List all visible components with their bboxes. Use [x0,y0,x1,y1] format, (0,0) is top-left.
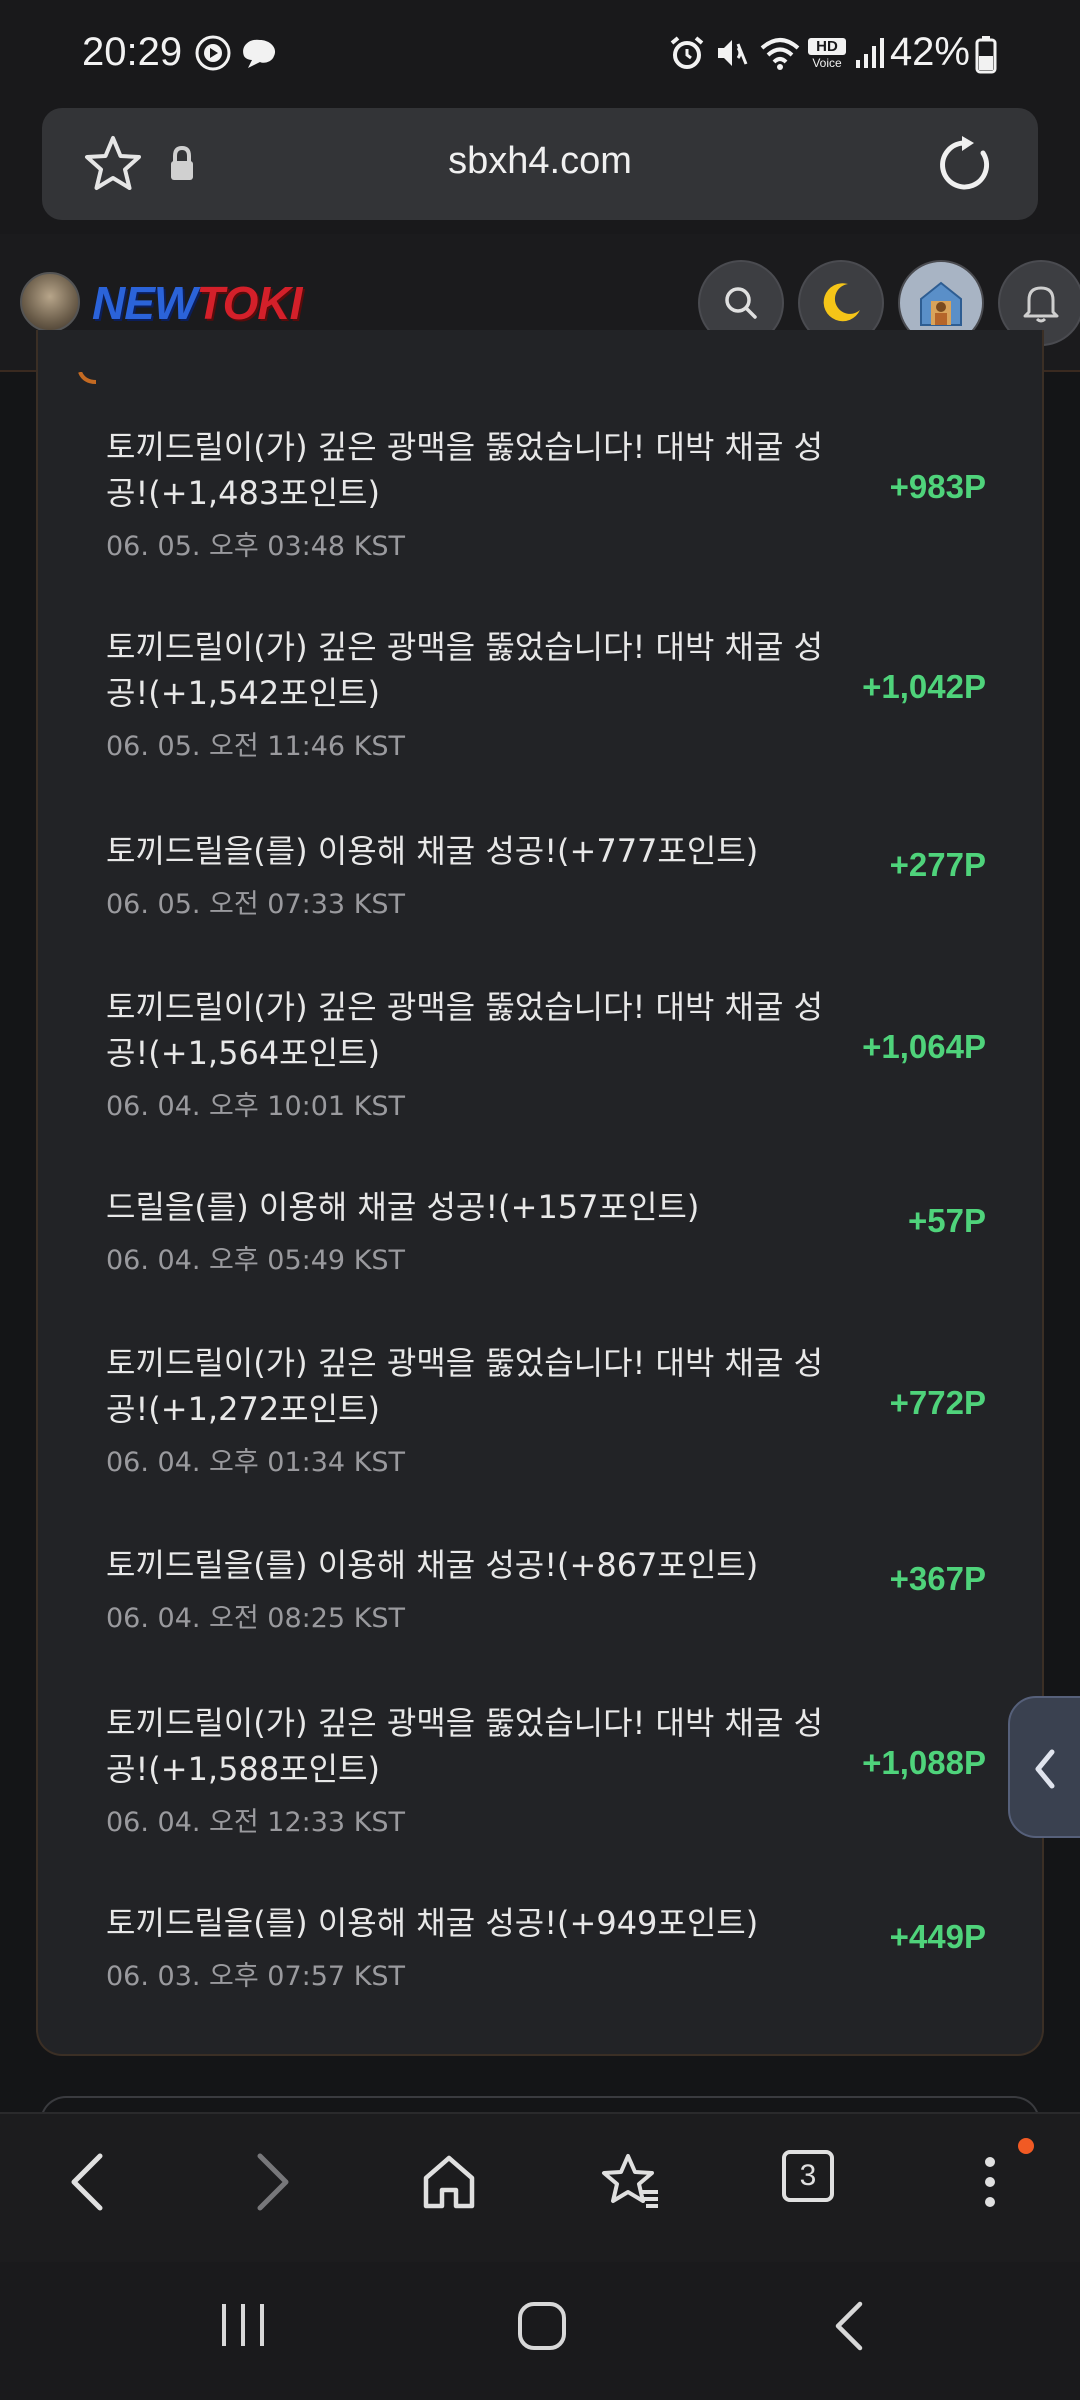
status-time: 20:29 [82,30,183,74]
history-date: 06. 05. 오전 07:33 KST [106,889,406,920]
alarm-icon [670,36,704,69]
bookmarks-button[interactable] [600,2152,662,2212]
wifi-icon [760,38,800,70]
voice-label: Voice [812,56,842,70]
history-row: 토끼드릴이(가) 깊은 광맥을 뚫었습니다! 대박 채굴 성공!(+1,483포… [106,424,986,563]
history-description: 토끼드릴이(가) 깊은 광맥을 뚫었습니다! 대박 채굴 성공!(+1,564포… [106,988,824,1072]
history-row: 토끼드릴을(를) 이용해 채굴 성공!(+777포인트) 06. 05. 오전 0… [106,828,986,921]
card-edge-decoration [78,372,97,384]
history-date: 06. 04. 오후 01:34 KST [106,1447,406,1478]
back-nav-button[interactable] [830,2300,870,2352]
history-date: 06. 04. 오후 10:01 KST [106,1091,406,1122]
history-date: 06. 05. 오후 03:48 KST [106,531,406,562]
history-description: 드릴을(를) 이용해 채굴 성공!(+157포인트) [106,1188,700,1226]
history-points: +772P [889,1384,986,1421]
history-description: 토끼드릴을(를) 이용해 채굴 성공!(+777포인트) [106,832,759,870]
forward-button[interactable] [250,2152,294,2212]
history-row: 토끼드릴이(가) 깊은 광맥을 뚫었습니다! 대박 채굴 성공!(+1,272포… [106,1340,986,1479]
messenger-icon [243,39,276,68]
history-points: +1,064P [862,1028,986,1065]
battery-percent: 42% [889,30,970,74]
site-logo[interactable]: NEWTOKI [92,276,302,330]
history-description: 토끼드릴을(를) 이용해 채굴 성공!(+949포인트) [106,1904,759,1942]
home-nav-button[interactable] [516,2300,568,2352]
history-date: 06. 05. 오전 11:46 KST [106,731,406,762]
history-row: 토끼드릴이(가) 깊은 광맥을 뚫었습니다! 대박 채굴 성공!(+1,564포… [106,984,986,1123]
signal-icon [856,38,884,68]
more-menu-button[interactable] [982,2152,998,2212]
battery-icon [975,36,997,74]
history-date: 06. 04. 오후 05:49 KST [106,1245,406,1276]
history-points: +57P [908,1202,986,1239]
back-button[interactable] [66,2152,110,2212]
browser-toolbar: sbxh4.com [0,108,1080,234]
url-text[interactable]: sbxh4.com [42,140,1038,183]
search-icon [725,287,757,319]
history-date: 06. 04. 오전 08:25 KST [106,1603,406,1634]
moon-icon [823,283,860,322]
recent-apps-button[interactable] [218,2300,268,2350]
address-bar[interactable]: sbxh4.com [42,108,1038,220]
tabs-button[interactable]: 3 [782,2150,834,2202]
history-description: 토끼드릴이(가) 깊은 광맥을 뚫었습니다! 대박 채굴 성공!(+1,483포… [106,428,824,512]
menu-notification-dot [1018,2138,1034,2154]
system-navigation-bar [0,2262,1080,2400]
browser-bottom-bar: 3 [0,2112,1080,2262]
history-row: 토끼드릴이(가) 깊은 광맥을 뚫었습니다! 대박 채굴 성공!(+1,588포… [106,1700,986,1839]
history-points: +449P [889,1918,986,1955]
avatar [920,281,962,326]
status-bar: 20:29 HD Voice 42% [0,0,1080,108]
history-points: +983P [889,468,986,505]
logo-toki-text: TOKI [196,277,302,329]
hd-voice-icon: HD Voice [808,38,846,74]
site-logo-avatar[interactable] [20,272,80,332]
media-play-icon [195,35,231,71]
bell-icon [1023,286,1059,323]
history-row: 드릴을(를) 이용해 채굴 성공!(+157포인트) 06. 04. 오후 05:… [106,1184,986,1277]
history-points: +367P [889,1560,986,1597]
history-date: 06. 03. 오후 07:57 KST [106,1961,406,1992]
history-description: 토끼드릴을(를) 이용해 채굴 성공!(+867포인트) [106,1546,759,1584]
history-points: +1,088P [862,1744,986,1781]
history-description: 토끼드릴이(가) 깊은 광맥을 뚫었습니다! 대박 채굴 성공!(+1,542포… [106,628,824,712]
history-points: +1,042P [862,668,986,705]
logo-new-text: NEW [92,277,197,329]
history-description: 토끼드릴이(가) 깊은 광맥을 뚫었습니다! 대박 채굴 성공!(+1,272포… [106,1344,824,1428]
mute-icon [718,40,748,66]
history-row: 토끼드릴을(를) 이용해 채굴 성공!(+949포인트) 06. 03. 오후 0… [106,1900,986,1993]
history-description: 토끼드릴이(가) 깊은 광맥을 뚫었습니다! 대박 채굴 성공!(+1,588포… [106,1704,824,1788]
chevron-left-icon [1035,1749,1055,1789]
home-button[interactable] [420,2152,478,2212]
side-panel-toggle[interactable] [1008,1696,1080,1838]
reload-icon[interactable] [934,134,996,196]
history-date: 06. 04. 오전 12:33 KST [106,1807,406,1838]
history-row: 토끼드릴을(를) 이용해 채굴 성공!(+867포인트) 06. 04. 오전 0… [106,1542,986,1635]
history-points: +277P [889,846,986,883]
history-row: 토끼드릴이(가) 깊은 광맥을 뚫었습니다! 대박 채굴 성공!(+1,542포… [106,624,986,763]
hd-label: HD [808,38,846,55]
